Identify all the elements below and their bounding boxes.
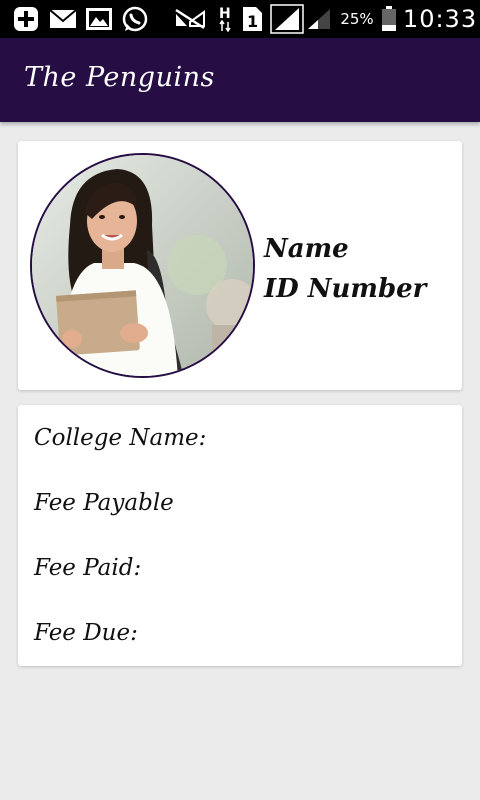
signal-weak-icon [306, 0, 332, 38]
add-box-icon [12, 0, 40, 38]
name-label: Name [264, 234, 349, 264]
signal-full-icon [270, 0, 304, 38]
college-name-label: College Name: [34, 425, 207, 451]
whatsapp-icon [120, 0, 150, 38]
profile-info: Name ID Number [264, 229, 426, 309]
image-icon [84, 0, 114, 38]
battery-icon [378, 0, 400, 38]
svg-text:1: 1 [247, 12, 258, 31]
sim-1-icon: 1 [240, 0, 264, 38]
clock: 10:33 [402, 5, 478, 33]
svg-text:H: H [219, 6, 231, 22]
app-title: The Penguins [24, 62, 215, 93]
fee-details-card: College Name: Fee Payable Fee Paid: Fee … [18, 405, 462, 666]
network-h-icon: H [216, 0, 234, 38]
battery-percent: 25% [340, 10, 374, 28]
app-bar: The Penguins [0, 38, 480, 122]
status-bar: H 1 25% 10:33 [0, 0, 480, 38]
signal-off-icon [172, 0, 208, 38]
mail-icon [48, 0, 78, 38]
fee-due-label: Fee Due: [34, 620, 138, 646]
fee-payable-label: Fee Payable [34, 490, 174, 516]
profile-card: Name ID Number [18, 141, 462, 390]
fee-paid-label: Fee Paid: [34, 555, 142, 581]
id-number-label: ID Number [264, 274, 427, 304]
profile-avatar[interactable] [30, 153, 255, 378]
